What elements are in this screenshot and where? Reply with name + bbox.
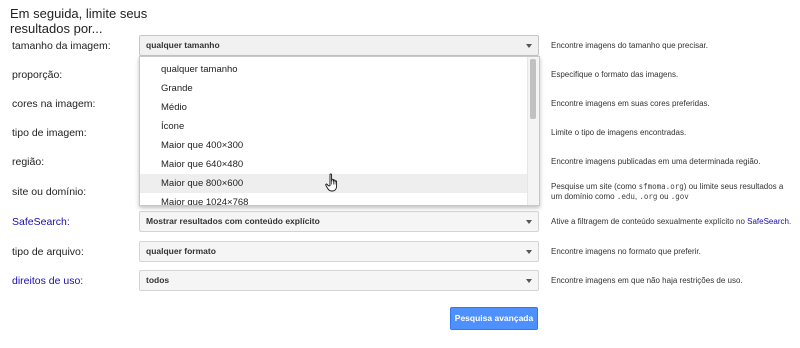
- label-colors: cores na imagem:: [12, 98, 96, 110]
- label-region: região:: [12, 156, 45, 168]
- dropdown-option[interactable]: Maior que 1024×768: [140, 193, 528, 205]
- desc-image-size: Encontre imagens do tamanho que precisar…: [551, 41, 708, 50]
- desc-image-type: Limite o tipo de imagens encontradas.: [551, 128, 687, 137]
- dropdown-scrollbar[interactable]: [527, 57, 539, 205]
- label-site-domain: site ou domínio:: [12, 186, 87, 198]
- desc-safesearch: Ative a filtragem de conteúdo sexualment…: [551, 217, 792, 226]
- safesearch-select[interactable]: Mostrar resultados com conteúdo explícit…: [139, 211, 539, 232]
- dropdown-option[interactable]: Maior que 640×480: [140, 155, 528, 174]
- usage-rights-value: todos: [146, 275, 170, 285]
- dropdown-option[interactable]: Grande: [140, 79, 528, 98]
- section-heading: Em seguida, limite seus resultados por..…: [10, 6, 148, 36]
- label-usage-rights-link[interactable]: direitos de uso:: [12, 275, 83, 287]
- chevron-down-icon: [526, 279, 532, 283]
- dropdown-option[interactable]: Ícone: [140, 117, 528, 136]
- usage-rights-select[interactable]: todos: [139, 270, 539, 291]
- dropdown-option[interactable]: Maior que 400×300: [140, 136, 528, 155]
- safesearch-link[interactable]: SafeSearch: [747, 217, 789, 226]
- dropdown-option[interactable]: Médio: [140, 98, 528, 117]
- desc-colors: Encontre imagens em suas cores preferida…: [551, 99, 710, 108]
- scrollbar-thumb[interactable]: [530, 59, 536, 119]
- chevron-down-icon: [526, 44, 532, 48]
- safesearch-value: Mostrar resultados com conteúdo explícit…: [146, 216, 320, 226]
- label-image-type: tipo de imagem:: [12, 127, 87, 139]
- image-size-select[interactable]: qualquer tamanho: [139, 35, 539, 56]
- label-image-size: tamanho da imagem:: [12, 40, 111, 52]
- label-aspect-ratio: proporção:: [12, 69, 63, 81]
- file-type-value: qualquer formato: [146, 246, 216, 256]
- label-safesearch-link[interactable]: SafeSearch:: [12, 216, 70, 228]
- chevron-down-icon: [526, 250, 532, 254]
- desc-region: Encontre imagens publicadas em uma deter…: [551, 157, 761, 166]
- label-file-type: tipo de arquivo:: [12, 246, 84, 258]
- hand-cursor-icon: [325, 173, 338, 192]
- chevron-down-icon: [526, 220, 532, 224]
- desc-file-type: Encontre imagens no formato que preferir…: [551, 247, 701, 256]
- advanced-search-button[interactable]: Pesquisa avançada: [450, 307, 538, 330]
- file-type-select[interactable]: qualquer formato: [139, 241, 539, 262]
- desc-usage-rights: Encontre imagens em que não haja restriç…: [551, 276, 743, 285]
- desc-aspect-ratio: Especifique o formato das imagens.: [551, 70, 679, 79]
- image-size-value: qualquer tamanho: [146, 40, 220, 50]
- desc-site-domain: Pesquise um site (como sfmoma.org) ou li…: [551, 182, 784, 201]
- dropdown-option[interactable]: qualquer tamanho: [140, 60, 528, 79]
